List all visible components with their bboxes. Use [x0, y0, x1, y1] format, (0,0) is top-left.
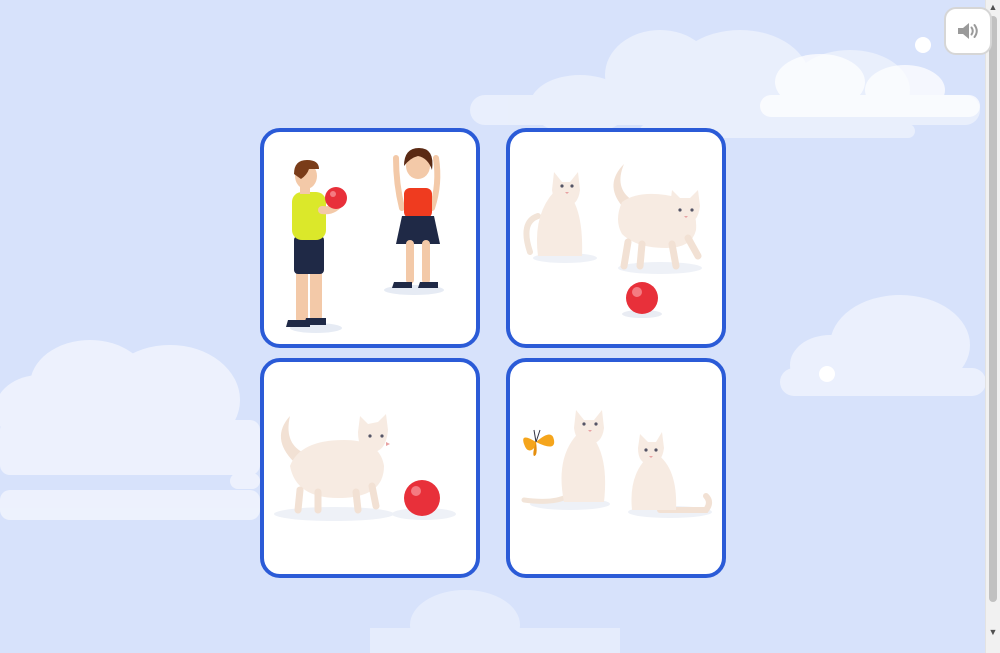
answer-card-cats-butterfly[interactable]: [506, 358, 726, 578]
speaker-icon: [958, 23, 978, 39]
answer-card-two-cats-ball[interactable]: [506, 128, 726, 348]
sound-button[interactable]: [944, 7, 992, 55]
vertical-scrollbar[interactable]: ▲ ▼: [985, 0, 1000, 653]
two-cats-and-ball-illustration: [523, 164, 702, 318]
children-playing-ball-illustration: [286, 148, 444, 333]
scroll-down-arrow-icon[interactable]: ▼: [986, 625, 1000, 639]
scroll-thumb[interactable]: [989, 16, 997, 602]
answer-card-children-ball[interactable]: [260, 128, 480, 348]
answer-card-cat-ball[interactable]: [260, 358, 480, 578]
cats-and-butterfly-illustration: [521, 410, 712, 518]
cat-with-ball-illustration: [274, 414, 456, 521]
answer-cards-grid: [260, 128, 726, 578]
